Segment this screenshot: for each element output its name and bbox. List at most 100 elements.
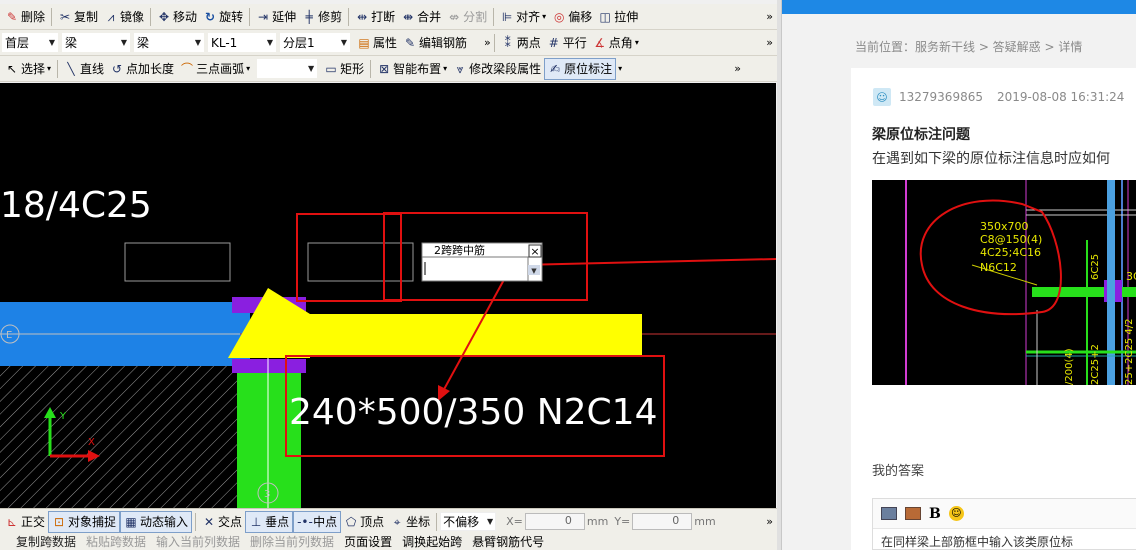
image-label-6: 3C xyxy=(1126,270,1136,283)
toolbar-overflow-icon[interactable]: » xyxy=(766,515,773,528)
toolbar-overflow-icon[interactable]: » xyxy=(766,36,773,49)
input-current-button[interactable]: 输入当前列数据 xyxy=(156,534,240,550)
emoji-icon[interactable]: ☺ xyxy=(948,506,964,521)
layer-select[interactable]: 分层1 ▼ xyxy=(280,33,350,52)
component-type-select[interactable]: 梁 ▼ xyxy=(62,33,130,52)
split-button[interactable]: ⇎ 分割 xyxy=(444,6,490,28)
y-coordinate-input[interactable]: 0 xyxy=(632,513,693,530)
x-coordinate-input[interactable]: 0 xyxy=(524,513,585,530)
delete-button[interactable]: ✎ 删除 xyxy=(2,6,48,28)
object-snap-toggle[interactable]: ⊡ 对象捕捉 xyxy=(48,510,121,533)
page-setup-button[interactable]: 页面设置 xyxy=(344,534,392,550)
align-button[interactable]: ⊫ 对齐 ▾ xyxy=(497,6,549,28)
image-label-7: /200(4) xyxy=(1064,348,1075,385)
parallel-button[interactable]: # 平行 xyxy=(544,32,590,54)
paste-span-button[interactable]: 粘贴跨数据 xyxy=(86,534,146,550)
toolbar-divider xyxy=(150,7,152,26)
label-box-1[interactable] xyxy=(124,242,231,282)
perpendicular-snap[interactable]: ⊥ 垂点 xyxy=(245,510,294,533)
extend-icon: ⇥ xyxy=(258,9,269,24)
rotate-button[interactable]: ↻ 旋转 xyxy=(200,6,246,28)
drawing-canvas[interactable]: ▼ 18/4C25 240*500/350 N2C14 2跨跨中筋 × E 3 … xyxy=(0,83,776,508)
stretch-button[interactable]: ◫ 拉伸 xyxy=(595,6,641,28)
copy-span-button[interactable]: 复制跨数据 xyxy=(2,534,76,550)
stretch-icon: ◫ xyxy=(599,9,611,24)
user-id[interactable]: 13279369865 xyxy=(899,90,983,104)
modify-segment-button[interactable]: ⩔ 修改梁段属性 xyxy=(450,58,544,80)
top-rebar-label[interactable]: 18/4C25 xyxy=(0,185,152,226)
question-image[interactable]: 350x700 C8@150(4) 4C25;4C16 N6C12 6C25 3… xyxy=(872,180,1136,385)
answer-editor[interactable]: B ☺ 在同样梁上部筋框中输入该类原位标 xyxy=(872,498,1136,550)
smart-layout-button[interactable]: ⊠ 智能布置 ▾ xyxy=(374,58,450,80)
image-label-8: 2C25+2 xyxy=(1090,344,1101,385)
bold-button[interactable]: B xyxy=(929,506,941,522)
table-toolbar: 复制跨数据 粘贴跨数据 输入当前列数据 删除当前列数据 页面设置 调换起始跨 悬… xyxy=(0,534,777,550)
beam-section-label[interactable]: 240*500/350 N2C14 xyxy=(289,392,658,433)
snap-icon: ⊡ xyxy=(53,514,65,529)
rebar-popup-input[interactable] xyxy=(421,256,529,282)
break-button[interactable]: ⇹ 打断 xyxy=(352,6,398,28)
coordinate-snap[interactable]: ⌖ 坐标 xyxy=(387,511,433,533)
break-icon: ⇹ xyxy=(357,9,368,24)
avatar[interactable]: ☺ xyxy=(873,88,891,106)
mirror-button[interactable]: ⩘ 镜像 xyxy=(101,6,147,28)
vertex-snap[interactable]: ⬠ 顶点 xyxy=(341,511,387,533)
chevron-down-icon: ▾ xyxy=(443,64,448,73)
x-coordinate: X= 0 mm xyxy=(506,513,609,530)
axis-label-3: 3 xyxy=(264,489,270,500)
trim-button[interactable]: ╪ 修剪 xyxy=(299,6,345,28)
toolbar-overflow-icon[interactable]: » xyxy=(766,10,773,23)
image-label-9: 25+2C25 4/2 xyxy=(1124,319,1135,385)
copy-button[interactable]: ✂ 复制 xyxy=(55,6,101,28)
rectangle-button[interactable]: ▭ 矩形 xyxy=(321,58,367,80)
editor-toolbar: B ☺ xyxy=(873,499,1136,529)
offset-button[interactable]: ◎ 偏移 xyxy=(549,6,595,28)
properties-button[interactable]: ▤ 属性 xyxy=(354,32,400,54)
ortho-icon: ⊾ xyxy=(6,514,18,529)
y-coordinate: Y= 0 mm xyxy=(614,513,716,530)
two-points-button[interactable]: ⁑ 两点 xyxy=(498,32,544,54)
three-point-arc-button[interactable]: ⌒ 三点画弧 ▾ xyxy=(177,58,253,80)
toolbar-overflow-icon[interactable]: » xyxy=(484,36,491,49)
coordinate-icon: ⌖ xyxy=(393,514,401,529)
component-sub-select[interactable]: 梁 ▼ xyxy=(134,33,204,52)
cad-window: ✎ 删除 ✂ 复制 ⩘ 镜像 ✥ 移动 ↻ 旋转 ⇥ 延伸 ╪ 修剪 ⇹ 打断 ⇼ 合并 ⇎ 分割 … xyxy=(0,0,777,550)
floor-select[interactable]: 首层 ▼ xyxy=(2,33,58,52)
intersection-snap[interactable]: ✕ 交点 xyxy=(199,511,245,533)
chevron-down-icon: ▼ xyxy=(531,267,537,275)
popup-title: 2跨跨中筋 xyxy=(434,243,485,257)
properties-icon: ▤ xyxy=(358,35,370,50)
toolbar-overflow-icon[interactable]: » xyxy=(734,62,741,75)
chevron-down-icon[interactable]: ▾ xyxy=(618,64,622,73)
question-meta: ☺ 13279369865 2019-08-08 16:31:24 | xyxy=(873,88,1136,106)
extend-button[interactable]: ⇥ 延伸 xyxy=(253,6,299,28)
ortho-toggle[interactable]: ⊾ 正交 xyxy=(2,511,48,533)
edit-rebar-button[interactable]: ✎ 编辑钢筋 xyxy=(400,32,470,54)
two-points-icon: ⁑ xyxy=(504,35,511,50)
gallery-icon[interactable] xyxy=(905,507,921,520)
swap-start-button[interactable]: 调换起始跨 xyxy=(402,534,462,550)
label-box-2[interactable] xyxy=(307,242,414,282)
parallel-icon: # xyxy=(548,35,559,50)
dynamic-input-toggle[interactable]: ▦ 动态输入 xyxy=(120,510,193,533)
rectangle-icon: ▭ xyxy=(325,61,337,76)
move-button[interactable]: ✥ 移动 xyxy=(154,6,200,28)
copy-icon: ✂ xyxy=(59,9,71,24)
arc-option-select[interactable]: ▼ xyxy=(257,59,318,78)
point-angle-button[interactable]: ∡ 点角 ▾ xyxy=(590,32,642,54)
point-length-button[interactable]: ↺ 点加长度 xyxy=(107,58,177,80)
in-situ-label-button[interactable]: ✍ 原位标注 xyxy=(544,57,617,80)
select-button[interactable]: ↖ 选择 ▾ xyxy=(2,58,54,80)
answer-text[interactable]: 在同样梁上部筋框中输入该类原位标 xyxy=(873,529,1136,550)
merge-button[interactable]: ⇼ 合并 xyxy=(398,6,444,28)
delete-current-button[interactable]: 删除当前列数据 xyxy=(250,534,334,550)
image-icon[interactable] xyxy=(881,507,897,520)
my-answer-heading: 我的答案 xyxy=(872,464,925,479)
midpoint-snap[interactable]: -•- 中点 xyxy=(293,510,342,533)
offset-mode-select[interactable]: 不偏移 ▼ xyxy=(440,512,497,531)
component-name-select[interactable]: KL-1 ▼ xyxy=(208,33,276,52)
line-button[interactable]: ╲ 直线 xyxy=(61,58,107,80)
breadcrumb[interactable]: 当前位置：服务新干线 > 答疑解惑 > 详情 xyxy=(855,38,1082,55)
cantilever-button[interactable]: 悬臂钢筋代号 xyxy=(472,534,544,550)
annotation-rect-1 xyxy=(296,213,402,302)
